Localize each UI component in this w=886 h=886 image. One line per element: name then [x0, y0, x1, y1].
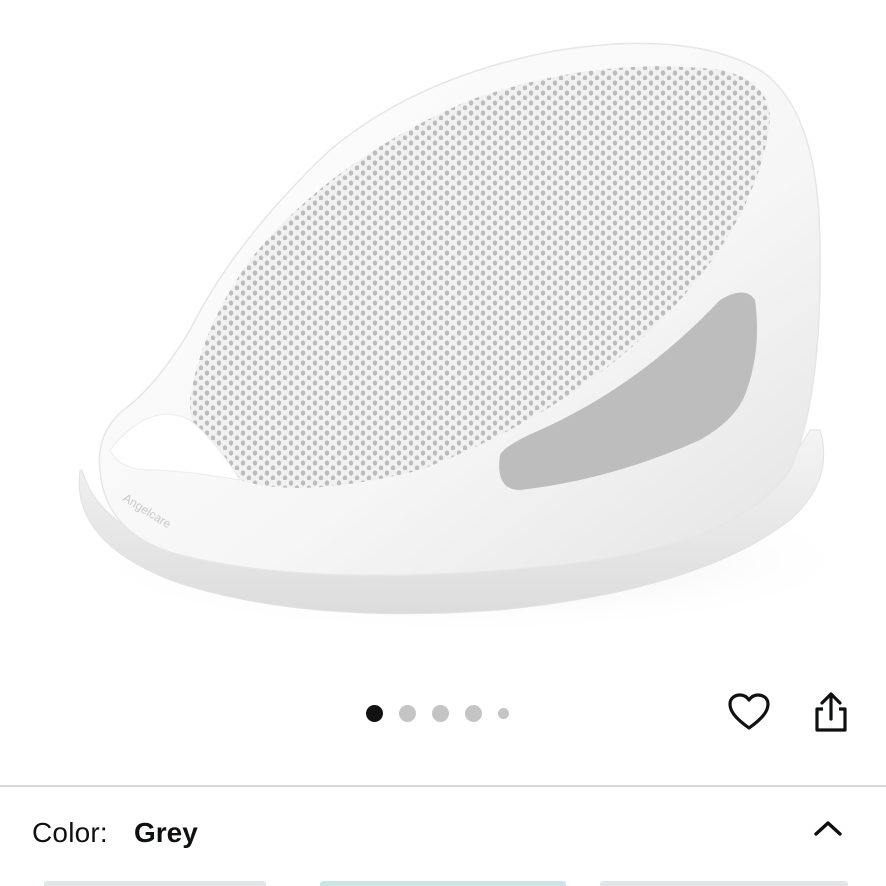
share-icon: [815, 692, 847, 732]
collapse-color-options-button[interactable]: [808, 811, 848, 845]
chevron-up-icon: [814, 821, 842, 836]
add-to-wishlist-button[interactable]: [726, 689, 772, 735]
color-swatch[interactable]: [320, 881, 566, 886]
image-carousel-dots: [366, 702, 525, 724]
baby-bath-support-image: Angelcare: [70, 42, 870, 635]
color-swatch[interactable]: [44, 881, 266, 886]
product-image[interactable]: Angelcare: [0, 0, 886, 680]
selected-color-value: Grey: [134, 817, 198, 848]
carousel-dot[interactable]: [366, 704, 383, 722]
product-detail-page: Angelcare Color: Grey: [0, 0, 886, 886]
carousel-dot[interactable]: [498, 707, 509, 719]
color-swatch[interactable]: [600, 881, 848, 886]
color-variation-row[interactable]: Color: Grey: [0, 787, 886, 883]
carousel-dot[interactable]: [399, 704, 416, 722]
share-button[interactable]: [808, 689, 854, 735]
carousel-dot[interactable]: [432, 704, 449, 722]
heart-icon: [728, 693, 770, 730]
color-label: Color:: [32, 817, 108, 848]
carousel-dot[interactable]: [465, 704, 482, 722]
